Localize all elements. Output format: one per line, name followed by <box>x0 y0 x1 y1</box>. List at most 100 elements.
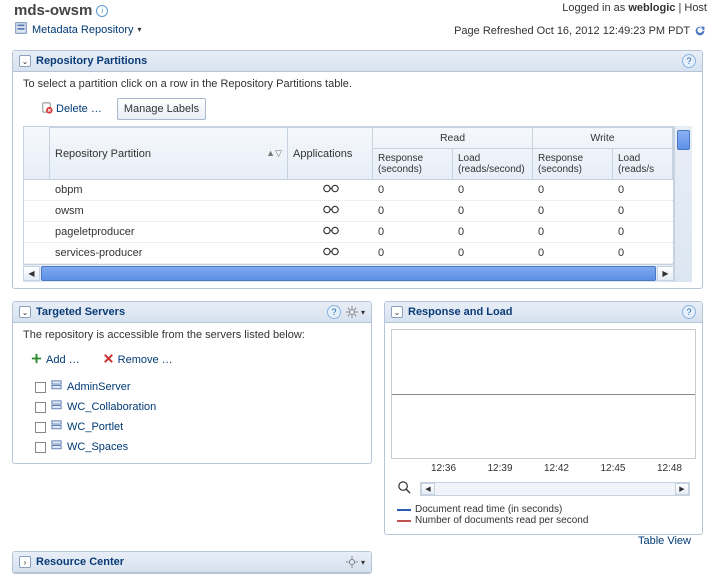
server-label[interactable]: WC_Collaboration <box>67 401 156 413</box>
refresh-icon[interactable] <box>693 24 707 38</box>
checkbox[interactable] <box>35 442 46 453</box>
manage-labels-button[interactable]: Manage Labels <box>117 98 206 120</box>
server-icon <box>50 399 63 415</box>
chart-area <box>391 329 696 459</box>
scroll-right-arrow[interactable]: ▶ <box>675 483 689 495</box>
axis-tick: 12:45 <box>600 463 625 474</box>
server-label[interactable]: WC_Spaces <box>67 441 128 453</box>
cell-write-load: 0 <box>613 201 673 221</box>
cell-applications[interactable] <box>288 180 373 200</box>
server-item[interactable]: WC_Spaces <box>35 437 361 457</box>
add-button[interactable]: Add … <box>23 349 87 371</box>
collapse-button[interactable]: ⌄ <box>391 306 403 318</box>
server-label[interactable]: WC_Portlet <box>67 421 123 433</box>
logged-in-status: Logged in as weblogic | Host <box>454 2 707 14</box>
cell-read-response: 0 <box>373 201 453 221</box>
help-icon[interactable]: ? <box>327 305 341 319</box>
legend-swatch <box>397 520 411 522</box>
panel-title: Targeted Servers <box>36 306 125 318</box>
cell-applications[interactable] <box>288 243 373 263</box>
checkbox[interactable] <box>35 422 46 433</box>
panel-title: Response and Load <box>408 306 513 318</box>
panel-title: Resource Center <box>36 556 124 568</box>
axis-tick: 12:48 <box>657 463 682 474</box>
cell-write-load: 0 <box>613 222 673 242</box>
chevron-down-icon[interactable]: ▾ <box>361 308 365 317</box>
targeted-instruction: The repository is accessible from the se… <box>23 329 361 341</box>
server-icon <box>50 439 63 455</box>
breadcrumb-dropdown[interactable]: Metadata Repository ▾ <box>14 21 142 38</box>
glasses-icon <box>322 225 340 239</box>
cell-partition-name: pageletproducer <box>50 222 288 242</box>
checkbox[interactable] <box>35 382 46 393</box>
gear-icon[interactable] <box>345 555 359 569</box>
col-applications[interactable]: Applications <box>288 127 373 179</box>
help-icon[interactable]: ? <box>682 54 696 68</box>
info-icon[interactable]: i <box>96 5 108 17</box>
glasses-icon <box>322 204 340 218</box>
cell-read-response: 0 <box>373 180 453 200</box>
collapse-button[interactable]: ⌄ <box>19 55 31 67</box>
server-item[interactable]: WC_Collaboration <box>35 397 361 417</box>
magnifier-icon[interactable] <box>397 480 412 498</box>
partitions-table: Repository Partition ▲▽ Applications Rea… <box>23 126 674 265</box>
server-item[interactable]: AdminServer <box>35 377 361 397</box>
col-group-write: Write <box>533 127 673 148</box>
cell-applications[interactable] <box>288 201 373 221</box>
horizontal-scrollbar[interactable]: ◀ ▶ <box>23 265 674 282</box>
scroll-left-arrow[interactable]: ◀ <box>23 266 40 281</box>
plus-icon <box>30 352 43 368</box>
col-read-response[interactable]: Response (seconds) <box>373 148 453 179</box>
time-scrollbar[interactable]: ◀ ▶ <box>420 482 690 496</box>
page-refresh-time: Page Refreshed Oct 16, 2012 12:49:23 PM … <box>454 25 690 37</box>
col-write-load[interactable]: Load (reads/s <box>613 148 673 179</box>
vertical-scrollbar[interactable] <box>674 126 692 282</box>
collapse-button[interactable]: ⌄ <box>19 306 31 318</box>
repository-partitions-panel: ⌄ Repository Partitions ? To select a pa… <box>12 50 703 289</box>
table-row[interactable]: owsm 0 0 0 0 <box>24 201 673 222</box>
table-view-link[interactable]: Table View <box>384 535 703 547</box>
col-repository-partition[interactable]: Repository Partition ▲▽ <box>50 127 288 179</box>
help-icon[interactable]: ? <box>682 305 696 319</box>
page-title: mds-owsm <box>14 2 92 19</box>
legend-swatch <box>397 509 411 511</box>
expand-button[interactable]: › <box>19 556 31 568</box>
delete-button[interactable]: Delete … <box>33 98 109 120</box>
cell-read-response: 0 <box>373 222 453 242</box>
cell-partition-name: obpm <box>50 180 288 200</box>
col-write-response[interactable]: Response (seconds) <box>533 148 613 179</box>
table-row[interactable]: pageletproducer 0 0 0 0 <box>24 222 673 243</box>
remove-button[interactable]: Remove … <box>95 349 180 371</box>
server-label[interactable]: AdminServer <box>67 381 131 393</box>
cell-write-response: 0 <box>533 201 613 221</box>
checkbox[interactable] <box>35 402 46 413</box>
cell-partition-name: owsm <box>50 201 288 221</box>
scroll-right-arrow[interactable]: ▶ <box>657 266 674 281</box>
scroll-left-arrow[interactable]: ◀ <box>421 483 435 495</box>
cell-read-load: 0 <box>453 180 533 200</box>
glasses-icon <box>322 246 340 260</box>
table-row[interactable]: obpm 0 0 0 0 <box>24 180 673 201</box>
cell-write-response: 0 <box>533 180 613 200</box>
cell-partition-name: services-producer <box>50 243 288 263</box>
sort-icon[interactable]: ▲▽ <box>266 148 282 159</box>
x-icon <box>102 352 115 368</box>
gear-icon[interactable] <box>345 305 359 319</box>
panel-title: Repository Partitions <box>36 55 147 67</box>
cell-read-response: 0 <box>373 243 453 263</box>
legend-item: Document read time (in seconds) <box>397 504 690 515</box>
table-row[interactable]: services-producer 0 0 0 0 <box>24 243 673 264</box>
axis-tick: 12:42 <box>544 463 569 474</box>
glasses-icon <box>322 183 340 197</box>
targeted-servers-panel: ⌄ Targeted Servers ? ▾ The repository is… <box>12 301 372 464</box>
col-group-read: Read <box>373 127 533 148</box>
chevron-down-icon[interactable]: ▾ <box>361 558 365 567</box>
cell-applications[interactable] <box>288 222 373 242</box>
partitions-instruction: To select a partition click on a row in … <box>23 78 692 90</box>
cell-write-load: 0 <box>613 180 673 200</box>
delete-icon <box>40 101 53 117</box>
cell-read-load: 0 <box>453 201 533 221</box>
col-read-load[interactable]: Load (reads/second) <box>453 148 533 179</box>
cell-write-response: 0 <box>533 243 613 263</box>
server-item[interactable]: WC_Portlet <box>35 417 361 437</box>
